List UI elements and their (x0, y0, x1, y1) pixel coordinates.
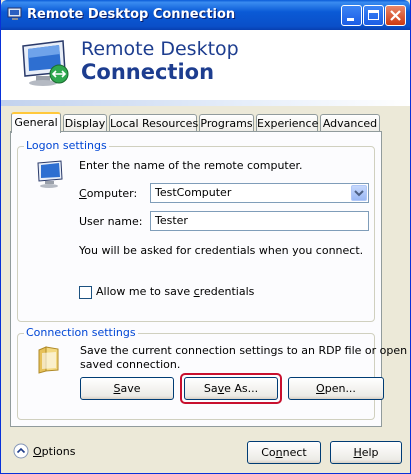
computer-icon (37, 160, 63, 188)
tab-local-resources[interactable]: Local Resources (109, 114, 198, 132)
close-button[interactable] (385, 5, 406, 26)
connect-button[interactable]: Connect (247, 441, 321, 464)
chevron-down-icon (354, 190, 364, 197)
logon-settings-group: Logon settings Enter the name of the rem… (17, 139, 375, 322)
save-credentials-checkbox[interactable] (79, 286, 92, 299)
connection-settings-title: Connection settings (24, 326, 138, 339)
window-title: Remote Desktop Connection (27, 7, 236, 22)
tab-general[interactable]: General (11, 112, 61, 133)
connection-description-line1: Save the current connection settings to … (80, 344, 411, 357)
connect-label-post: nect (282, 446, 307, 459)
options-label-rest: ptions (41, 445, 76, 458)
credentials-note: You will be asked for credentials when y… (79, 244, 364, 257)
save-credentials-label-pre: Allow me to save (96, 285, 194, 298)
open-label-rest: pen... (324, 382, 356, 395)
username-field[interactable]: Tester (150, 211, 369, 231)
banner-title-line1: Remote Desktop (81, 38, 239, 60)
minimize-icon (347, 18, 354, 21)
options-accesskey: O (33, 445, 42, 458)
save-as-highlight (180, 373, 282, 404)
username-label: User name: (79, 215, 143, 228)
tab-display[interactable]: Display (63, 114, 107, 132)
save-label-rest: ave (120, 382, 141, 395)
save-credentials-label-post: redentials (199, 285, 255, 298)
computer-dropdown[interactable]: TestComputer (150, 183, 369, 203)
remote-desktop-icon (7, 7, 22, 20)
banner-separator (1, 100, 410, 106)
general-tab-panel: Logon settings Enter the name of the rem… (10, 131, 411, 427)
remote-desktop-logo-icon (22, 40, 69, 86)
connect-label-pre: Co (261, 446, 276, 459)
help-button[interactable]: Help (330, 441, 402, 464)
connection-description-line2: saved connection. (80, 358, 181, 371)
folder-icon (38, 346, 59, 374)
title-bar[interactable]: Remote Desktop Connection (1, 0, 410, 30)
connect-accesskey: n (275, 446, 283, 459)
options-toggle[interactable]: Options (33, 445, 75, 458)
tab-experience[interactable]: Experience (256, 114, 318, 132)
save-credentials-label[interactable]: Allow me to save credentials (96, 285, 254, 298)
save-button[interactable]: Save (80, 377, 174, 400)
tab-programs[interactable]: Programs (199, 114, 254, 132)
maximize-button[interactable] (363, 5, 384, 26)
minimize-button[interactable] (341, 5, 362, 26)
help-accesskey: H (353, 446, 362, 459)
rdc-window: Remote Desktop Connection Remote Desktop… (0, 0, 411, 474)
computer-label-accesskey: C (79, 187, 87, 200)
close-icon (390, 10, 401, 21)
logon-settings-title: Logon settings (24, 139, 109, 152)
tab-advanced[interactable]: Advanced (320, 114, 380, 132)
logon-instruction: Enter the name of the remote computer. (79, 159, 303, 172)
open-accesskey: O (316, 382, 325, 395)
computer-dropdown-button[interactable] (351, 185, 367, 201)
maximize-icon (368, 10, 379, 20)
computer-value: TestComputer (155, 186, 232, 199)
connection-settings-group: Connection settings Save the current con… (17, 326, 411, 420)
banner-title-line2: Connection (81, 60, 215, 84)
open-button[interactable]: Open... (288, 377, 384, 400)
chevron-up-icon[interactable] (13, 443, 29, 459)
help-label-rest: elp (361, 446, 379, 459)
computer-label-rest: omputer: (86, 187, 138, 200)
computer-label: Computer: (79, 187, 137, 200)
